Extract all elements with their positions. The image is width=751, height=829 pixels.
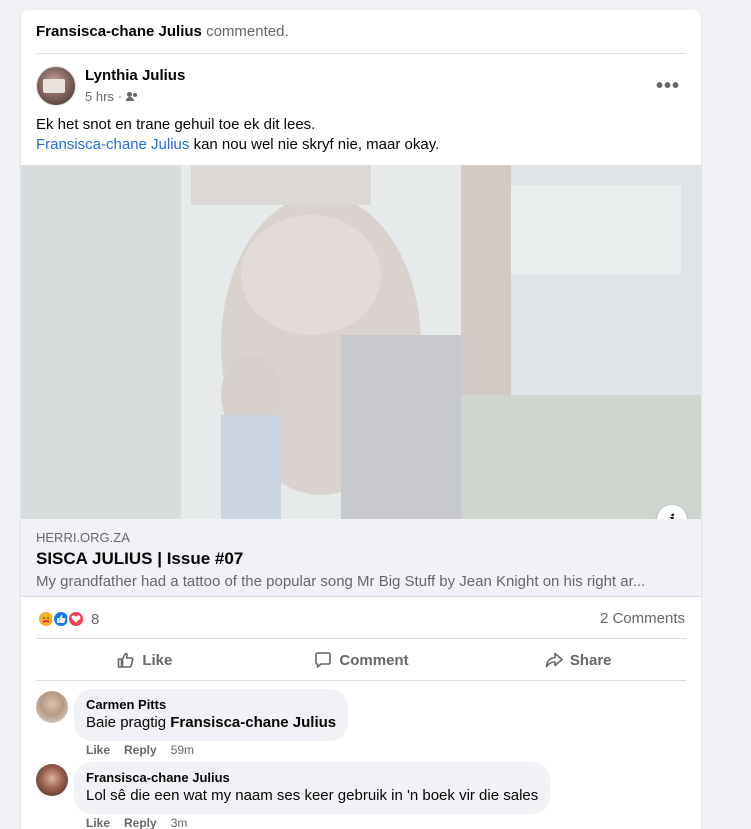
- comment-button[interactable]: Comment: [253, 640, 470, 680]
- thumbs-up-icon: [118, 652, 134, 668]
- story-verb: commented.: [206, 23, 289, 40]
- divider: [36, 638, 686, 639]
- comments-count-link[interactable]: 2 Comments: [600, 610, 685, 627]
- commenter-avatar[interactable]: [36, 691, 68, 723]
- share-label: Share: [569, 651, 612, 669]
- story-header: Fransisca-chane Julius commented.: [36, 23, 289, 40]
- post-author-row: Lynthia Julius 5 hrs · •••: [36, 66, 686, 106]
- share-button[interactable]: Share: [469, 640, 686, 680]
- link-domain: HERRI.ORG.ZA: [36, 530, 130, 545]
- comment-bubble: Fransisca-chane Julius Lol sê die een wa…: [74, 762, 551, 814]
- comment-tag-link[interactable]: Fransisca-chane Julius: [170, 714, 336, 731]
- commenter-name-link[interactable]: Carmen Pitts: [86, 697, 336, 713]
- comment-actions: Like Reply 59m: [86, 743, 194, 757]
- friends-icon[interactable]: [126, 91, 138, 102]
- link-preview-meta[interactable]: HERRI.ORG.ZA SISCA JULIUS | Issue #07 My…: [21, 519, 701, 597]
- comment-reply-button[interactable]: Reply: [124, 816, 157, 829]
- commenter-name-link[interactable]: Fransisca-chane Julius: [86, 770, 538, 786]
- comment-icon: [315, 652, 332, 668]
- comment-text-prefix: Baie pragtig: [86, 714, 171, 731]
- comment-like-button[interactable]: Like: [86, 743, 110, 757]
- love-icon: [67, 610, 85, 628]
- comment-reply-button[interactable]: Reply: [124, 743, 157, 757]
- post-meta: 5 hrs ·: [85, 89, 138, 104]
- more-options-button[interactable]: •••: [650, 68, 686, 104]
- divider: [36, 53, 686, 54]
- comment-like-button[interactable]: Like: [86, 816, 110, 829]
- comment-text: Lol sê die een wat my naam ses keer gebr…: [86, 787, 539, 804]
- feed-post-card: Fransisca-chane Julius commented. Lynthi…: [21, 10, 701, 829]
- divider: [36, 680, 686, 681]
- like-label: Like: [142, 651, 173, 669]
- share-icon: [545, 652, 563, 668]
- author-name-link[interactable]: Lynthia Julius: [85, 67, 185, 84]
- link-title[interactable]: SISCA JULIUS | Issue #07: [36, 549, 243, 569]
- post-text-line: Ek het snot en trane gehuil toe ek dit l…: [36, 116, 316, 133]
- reaction-count[interactable]: 8: [91, 611, 99, 628]
- comment-timestamp[interactable]: 3m: [171, 816, 188, 829]
- post-actions-bar: Like Comment Share: [36, 640, 686, 680]
- post-text: Ek het snot en trane gehuil toe ek dit l…: [36, 115, 686, 155]
- mention-link[interactable]: Fransisca-chane Julius: [36, 136, 189, 153]
- link-preview-image[interactable]: [21, 165, 701, 519]
- post-timestamp[interactable]: 5 hrs: [85, 89, 114, 104]
- comment-text: Baie pragtig Fransisca-chane Julius: [86, 713, 336, 733]
- author-avatar[interactable]: [36, 66, 76, 106]
- post-text-rest: kan nou wel nie skryf nie, maar okay.: [189, 136, 440, 153]
- reactions-summary[interactable]: 8: [37, 608, 99, 630]
- commenter-avatar[interactable]: [36, 764, 68, 796]
- comment-label: Comment: [339, 651, 409, 669]
- link-description: My grandfather had a tattoo of the popul…: [36, 573, 646, 590]
- post-text-line: Fransisca-chane Julius kan nou wel nie s…: [36, 135, 686, 155]
- story-actor-link[interactable]: Fransisca-chane Julius: [36, 23, 202, 40]
- meta-separator: ·: [117, 89, 123, 104]
- like-button[interactable]: Like: [36, 640, 253, 680]
- comment-actions: Like Reply 3m: [86, 816, 187, 829]
- comment-bubble: Carmen Pitts Baie pragtig Fransisca-chan…: [74, 689, 349, 741]
- comment-timestamp[interactable]: 59m: [171, 743, 194, 757]
